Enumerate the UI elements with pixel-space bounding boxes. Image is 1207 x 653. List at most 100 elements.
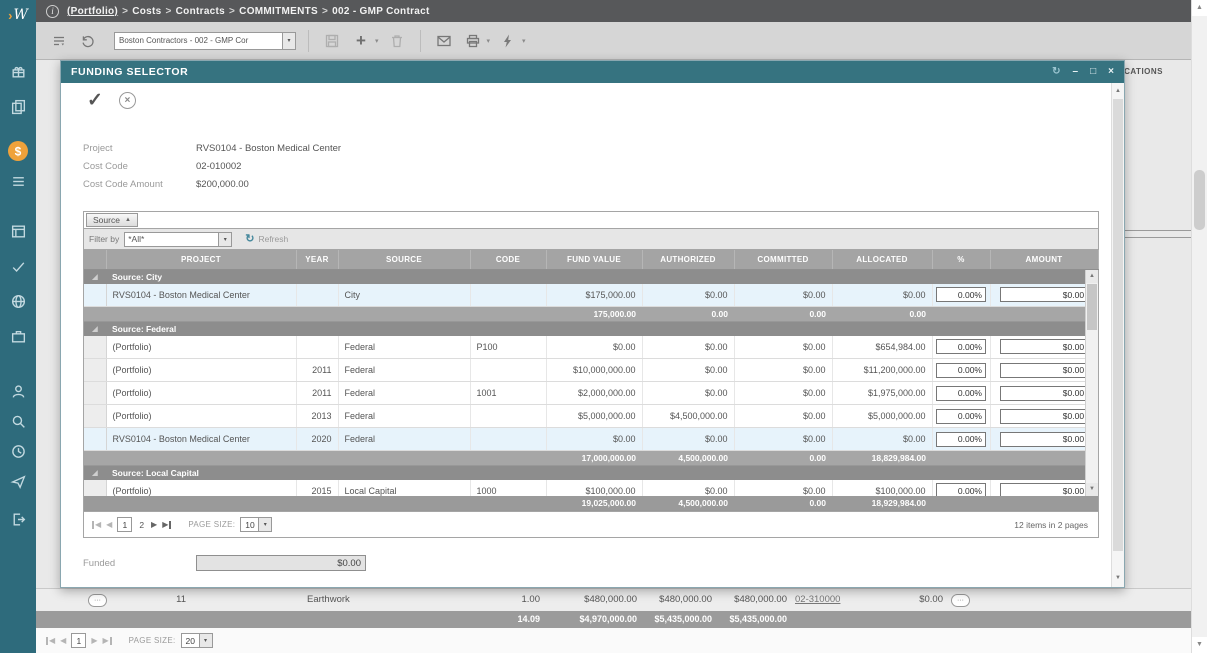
last-page-button[interactable]: ▶ (162, 521, 171, 529)
amount-input[interactable] (1000, 363, 1088, 378)
scrollbar-thumb[interactable] (1194, 170, 1205, 230)
column-header[interactable] (84, 250, 106, 269)
email-icon[interactable] (433, 30, 455, 52)
history-icon[interactable] (0, 436, 36, 466)
commitment-item-row[interactable]: ··· 11 Earthwork 1.00 $480,000.00 $480,0… (36, 588, 1191, 611)
actions-menu-chevron-icon[interactable]: ▾ (522, 37, 526, 45)
page-2-button[interactable]: 2 (137, 520, 146, 530)
page-scrollbar[interactable]: ▲ ▼ (1191, 0, 1207, 653)
info-icon[interactable]: i (46, 5, 59, 18)
dialog-scrollbar[interactable]: ▲ ▼ (1111, 83, 1124, 587)
amount-input[interactable] (1000, 287, 1088, 302)
page-size-select[interactable]: 10 ▾ (240, 517, 272, 532)
costs-icon[interactable]: $ (0, 136, 36, 166)
group-by-bar[interactable]: Source ▲ (84, 212, 1098, 229)
briefcase-icon[interactable] (0, 321, 36, 351)
column-header[interactable]: CODE (470, 250, 546, 269)
scroll-down-icon[interactable]: ▼ (1192, 637, 1207, 653)
amount-input[interactable] (1000, 432, 1088, 447)
add-icon[interactable]: + (350, 30, 372, 52)
forms-icon[interactable] (0, 216, 36, 246)
fund-source-row[interactable]: (Portfolio)FederalP100$0.00$0.00$0.00$65… (84, 336, 1098, 359)
filter-select[interactable]: *All* ▾ (124, 232, 232, 247)
cancel-button[interactable]: × (119, 92, 136, 109)
prev-page-button[interactable]: ◀ (60, 637, 66, 645)
add-menu-chevron-icon[interactable]: ▾ (375, 37, 379, 45)
breadcrumb-item[interactable]: (Portfolio) (67, 6, 118, 17)
next-page-button[interactable]: ▶ (151, 521, 157, 529)
first-page-button[interactable]: ◀ (46, 637, 55, 645)
percent-input[interactable] (936, 363, 986, 378)
amount-input[interactable] (1000, 483, 1088, 495)
percent-input[interactable] (936, 287, 986, 302)
accept-button[interactable]: ✓ (87, 91, 103, 110)
group-row[interactable]: ◢Source: Federal (84, 322, 1098, 336)
maximize-icon[interactable]: □ (1090, 67, 1096, 77)
chevron-down-icon[interactable]: ▾ (282, 33, 295, 49)
fund-source-row[interactable]: (Portfolio)2011Federal$10,000,000.00$0.0… (84, 359, 1098, 382)
scroll-up-icon[interactable]: ▲ (1086, 270, 1098, 283)
fund-source-row[interactable]: (Portfolio)2015Local Capital1000$100,000… (84, 480, 1098, 496)
table-scrollbar[interactable]: ▲ ▼ (1085, 270, 1098, 496)
scroll-up-icon[interactable]: ▲ (1192, 0, 1207, 16)
last-page-button[interactable]: ▶ (102, 637, 111, 645)
first-page-button[interactable]: ◀ (92, 521, 101, 529)
next-page-button[interactable]: ▶ (91, 637, 97, 645)
user-icon[interactable] (0, 376, 36, 406)
prev-page-button[interactable]: ◀ (106, 521, 112, 529)
search-icon[interactable] (0, 406, 36, 436)
fund-source-row[interactable]: (Portfolio)2011Federal1001$2,000,000.00$… (84, 382, 1098, 405)
recent-history-icon[interactable] (77, 30, 99, 52)
documents-icon[interactable] (0, 91, 36, 121)
scrollbar-thumb[interactable] (1113, 99, 1123, 551)
print-menu-chevron-icon[interactable]: ▾ (487, 37, 491, 45)
column-header[interactable]: % (932, 250, 990, 269)
column-header[interactable]: FUND VALUE (546, 250, 642, 269)
scrollbar-thumb[interactable] (1087, 284, 1097, 330)
close-icon[interactable]: × (1108, 67, 1114, 77)
save-icon[interactable] (321, 30, 343, 52)
minimize-icon[interactable]: – (1073, 67, 1079, 77)
scroll-up-icon[interactable]: ▲ (1112, 85, 1124, 98)
print-icon[interactable] (462, 30, 484, 52)
funded-input[interactable] (196, 555, 366, 571)
group-row[interactable]: ◢Source: Local Capital (84, 466, 1098, 480)
approvals-icon[interactable] (0, 251, 36, 281)
column-header[interactable]: AUTHORIZED (642, 250, 734, 269)
logout-icon[interactable] (0, 504, 36, 534)
dialog-header[interactable]: FUNDING SELECTOR ↻ – □ × (61, 61, 1124, 83)
refresh-button[interactable]: ↻ Refresh (245, 234, 288, 245)
page-size-select[interactable]: 20 ▾ (181, 633, 213, 648)
amount-input[interactable] (1000, 339, 1088, 354)
column-header[interactable]: PROJECT (106, 250, 296, 269)
globe-icon[interactable] (0, 286, 36, 316)
list-menu-icon[interactable] (48, 30, 70, 52)
actions-bolt-icon[interactable] (497, 30, 519, 52)
percent-input[interactable] (936, 386, 986, 401)
amount-input[interactable] (1000, 386, 1088, 401)
fund-source-row[interactable]: RVS0104 - Boston Medical Center2020Feder… (84, 428, 1098, 451)
fund-source-row[interactable]: (Portfolio)2013Federal$5,000,000.00$4,50… (84, 405, 1098, 428)
fund-source-row[interactable]: RVS0104 - Boston Medical CenterCity$175,… (84, 284, 1098, 307)
delete-icon[interactable] (386, 30, 408, 52)
column-header[interactable]: SOURCE (338, 250, 470, 269)
gift-icon[interactable] (0, 56, 36, 86)
cost-code-link[interactable]: 02-310000 (795, 594, 840, 605)
group-row[interactable]: ◢Source: City (84, 270, 1098, 284)
percent-input[interactable] (936, 432, 986, 447)
row-menu-button[interactable]: ··· (951, 594, 970, 607)
column-header[interactable]: AMOUNT (990, 250, 1098, 269)
amount-input[interactable] (1000, 409, 1088, 424)
percent-input[interactable] (936, 409, 986, 424)
column-header[interactable]: COMMITTED (734, 250, 832, 269)
group-by-source-chip[interactable]: Source ▲ (86, 213, 138, 227)
current-page[interactable]: 1 (71, 633, 86, 648)
column-header[interactable]: ALLOCATED (832, 250, 932, 269)
app-logo[interactable]: › W (0, 0, 36, 30)
record-selector[interactable]: Boston Contractors - 002 - GMP Cor ▾ (114, 32, 296, 50)
column-header[interactable]: YEAR (296, 250, 338, 269)
chevron-down-icon[interactable]: ▾ (218, 233, 231, 246)
send-icon[interactable] (0, 466, 36, 496)
tasks-icon[interactable] (0, 166, 36, 196)
row-menu-button[interactable]: ··· (88, 594, 107, 607)
